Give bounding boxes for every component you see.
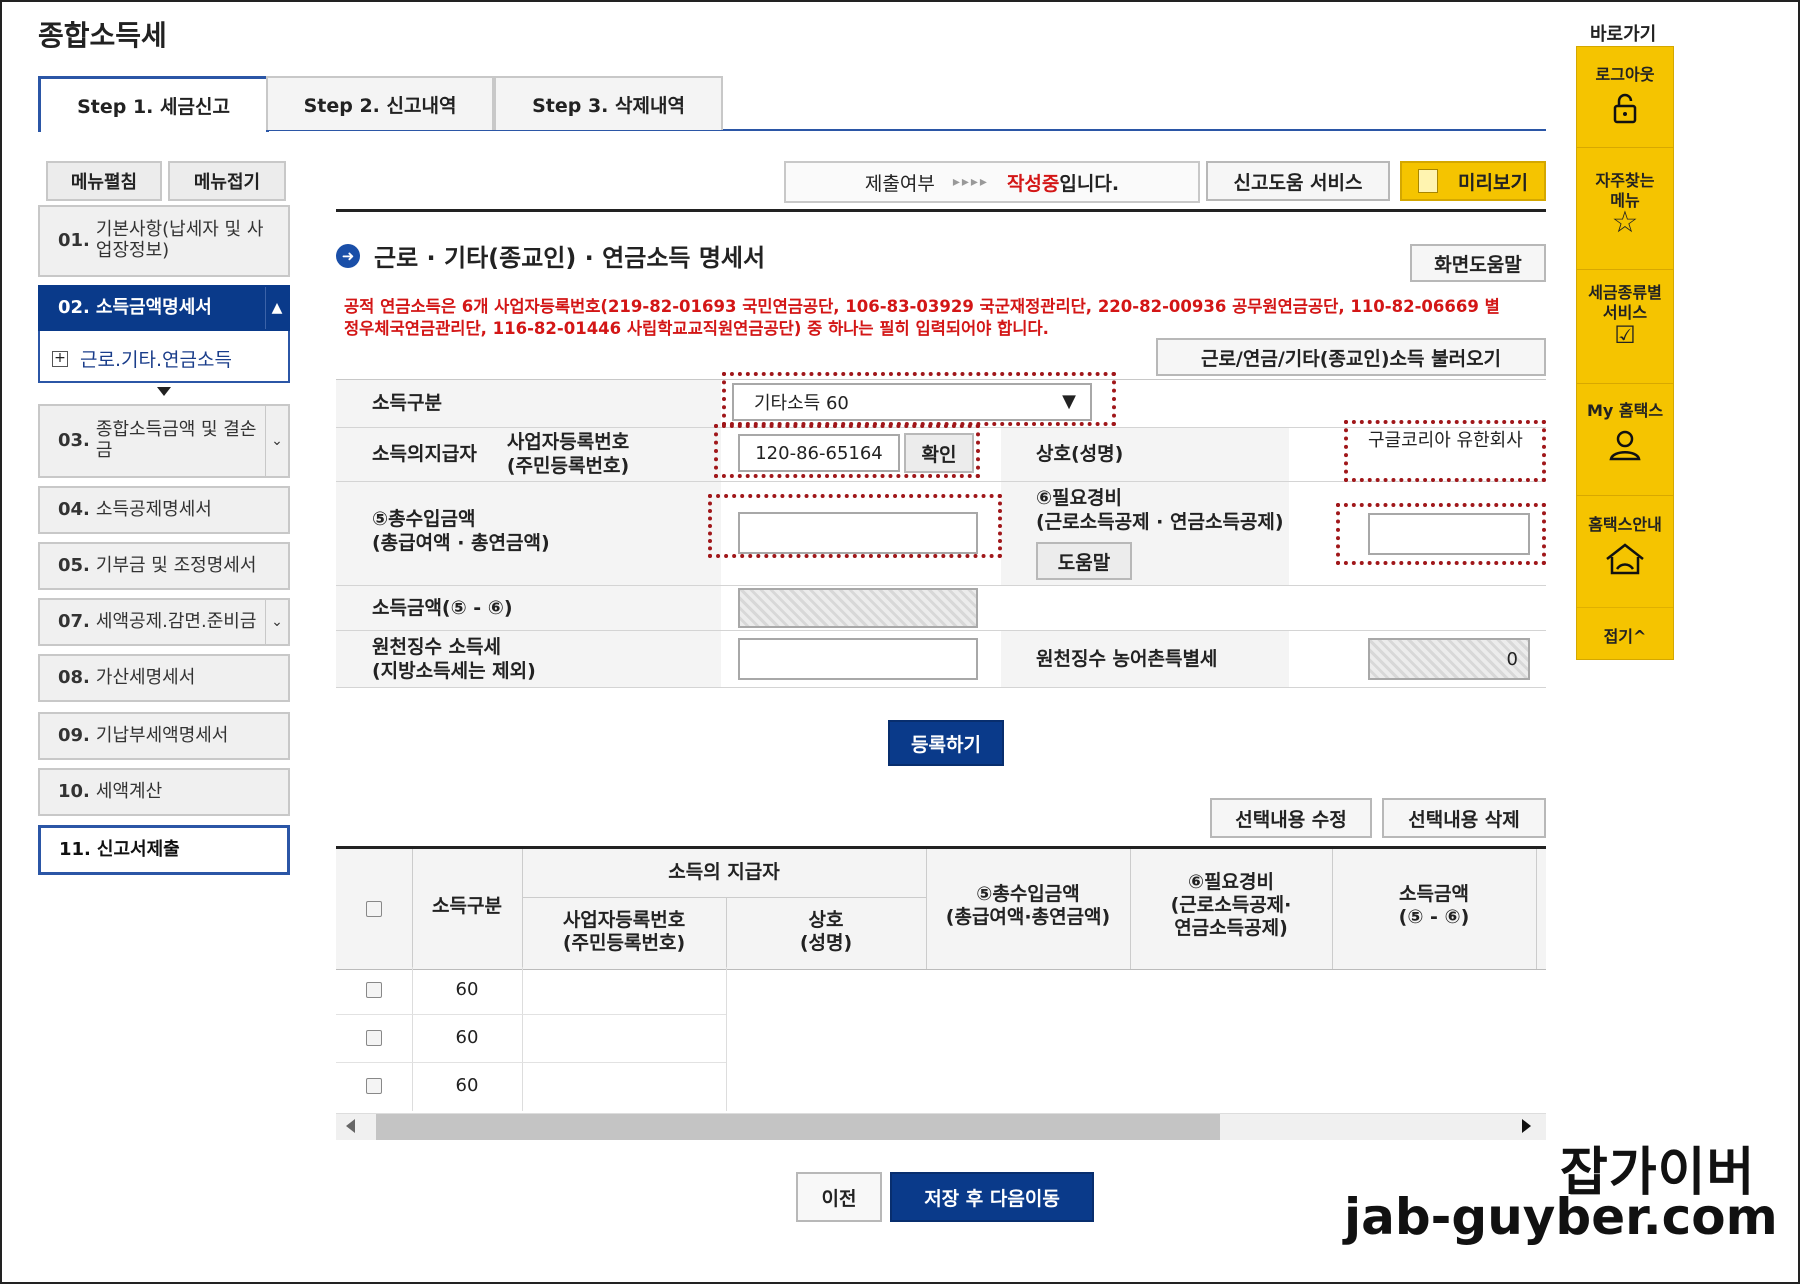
table-row[interactable]: 60 <box>336 1063 726 1110</box>
col-company: 상호 (성명) <box>799 909 853 954</box>
col-income-type: 소득구분 <box>432 895 502 917</box>
payer-label: 소득의지급자 <box>372 443 477 465</box>
menu-item-07[interactable]: 07. 세액공제.감면.준비금 ⌄ <box>38 598 290 646</box>
star-icon: ☆ <box>1611 205 1639 240</box>
save-next-button[interactable]: 저장 후 다음이동 <box>890 1172 1094 1222</box>
plus-icon[interactable]: + <box>52 351 68 367</box>
row-checkbox[interactable] <box>366 1078 382 1094</box>
withholding-label: 원천징수 소득세 (지방소득세는 제외) <box>372 636 536 682</box>
tax-service-link[interactable]: 세금종류별서비스 ☑ <box>1577 283 1673 349</box>
rural-tax-field: 0 <box>1368 638 1530 680</box>
arrows-icon: ▸▸▸▸ <box>952 174 989 190</box>
chevron-down-icon[interactable]: ⌄ <box>265 406 288 476</box>
arrow-right-icon: ➜ <box>336 243 360 268</box>
prev-button[interactable]: 이전 <box>796 1172 882 1222</box>
col-bizno: 사업자등록번호 (주민등록번호) <box>562 909 686 954</box>
col-total-income: ⑤총수입금액 (총급여액·총연금액) <box>945 883 1111 928</box>
total-income-label: ⑤총수입금액 (총급여액 · 총연금액) <box>372 508 550 554</box>
table-row[interactable]: 60 <box>336 967 726 1015</box>
divider <box>336 209 1546 212</box>
logout-link[interactable]: 로그아웃 <box>1577 61 1673 133</box>
caret-down-icon <box>157 387 171 396</box>
menu-item-08[interactable]: 08. 가산세명세서 <box>38 654 290 702</box>
menu-item-11[interactable]: 11. 신고서제출 <box>38 825 290 875</box>
scroll-left-icon[interactable] <box>346 1119 355 1133</box>
row-checkbox[interactable] <box>366 1030 382 1046</box>
horizontal-scrollbar[interactable] <box>336 1113 1546 1140</box>
select-all-checkbox[interactable] <box>366 901 382 917</box>
income-type-label: 소득구분 <box>372 392 442 414</box>
menu-item-10[interactable]: 10. 세액계산 <box>38 768 290 816</box>
income-amount-label: 소득금액(⑤ - ⑥) <box>372 597 513 619</box>
withholding-input[interactable] <box>738 638 978 680</box>
row-checkbox[interactable] <box>366 982 382 998</box>
submenu-item-income[interactable]: 근로.기타.연금소득 <box>80 345 232 372</box>
checkbox-icon: ☑ <box>1614 321 1636 349</box>
col-income-amount: 소득금액 (⑤ - ⑥) <box>1398 883 1470 928</box>
submenu-box: + 근로.기타.연금소득 <box>38 331 290 383</box>
lock-icon <box>1613 93 1637 124</box>
tab-step3[interactable]: Step 3. 삭제내역 <box>494 76 723 130</box>
watermark-url: jab-guyber.com <box>1344 1188 1778 1246</box>
tab-step2[interactable]: Step 2. 신고내역 <box>266 76 494 130</box>
company-value: 구글코리아 유한회사 <box>1368 430 1523 451</box>
help-button[interactable]: 도움말 <box>1036 542 1132 580</box>
col-expense: ⑥필요경비 (근로소득공제· 연금소득공제) <box>1170 871 1292 939</box>
rural-tax-label: 원천징수 농어촌특별세 <box>1036 648 1218 670</box>
section-title: ➜ 근로 · 기타(종교인) · 연금소득 명세서 <box>336 238 765 273</box>
menu-item-02[interactable]: 02. 소득금액명세서 ▲ <box>38 285 290 331</box>
my-hometax-link[interactable]: My 홈택스 <box>1577 397 1673 469</box>
quick-links-panel: 로그아웃 자주찾는메뉴 ☆ 세금종류별서비스 ☑ My 홈택스 홈택스안내 접기… <box>1576 46 1674 660</box>
tab-step1[interactable]: Step 1. 세금신고 <box>38 76 269 132</box>
menu-item-01[interactable]: 01. 기본사항(납세자 및 사업장정보) <box>38 205 290 277</box>
delete-selected-button[interactable]: 선택내용 삭제 <box>1382 798 1546 838</box>
table-header: 소득구분 소득의 지급자 사업자등록번호 (주민등록번호) 상호 (성명) ⑤총수입… <box>336 846 1546 970</box>
favorites-link[interactable]: 자주찾는메뉴 ☆ <box>1577 171 1673 240</box>
menu-item-03[interactable]: 03. 종합소득금액 및 결손금 ⌄ <box>38 404 290 478</box>
col-payer-group: 소득의 지급자 <box>668 861 780 883</box>
income-type-select[interactable]: 기타소득 60 ▼ <box>732 383 1092 421</box>
screen-help-button[interactable]: 화면도움말 <box>1410 244 1546 282</box>
menu-item-05[interactable]: 05. 기부금 및 조정명세서 <box>38 542 290 590</box>
table-row[interactable]: 60 <box>336 1015 726 1063</box>
scrollbar-thumb[interactable] <box>376 1114 1220 1140</box>
user-icon <box>1609 430 1641 461</box>
menu-collapse-button[interactable]: 메뉴접기 <box>168 161 286 201</box>
menu-item-04[interactable]: 04. 소득공제명세서 <box>38 486 290 534</box>
help-service-button[interactable]: 신고도움 서비스 <box>1206 161 1390 201</box>
expense-input[interactable] <box>1368 513 1530 555</box>
bizno-input[interactable]: 120-86-65164 <box>738 434 900 472</box>
load-income-button[interactable]: 근로/연금/기타(종교인)소득 불러오기 <box>1156 338 1546 376</box>
income-amount-field <box>738 588 978 628</box>
company-label: 상호(성명) <box>1036 443 1124 465</box>
preview-button[interactable]: 미리보기 <box>1400 161 1546 201</box>
dropdown-arrow-icon: ▼ <box>1062 391 1076 412</box>
hometax-guide-link[interactable]: 홈택스안내 <box>1577 511 1673 583</box>
confirm-button[interactable]: 확인 <box>904 433 974 473</box>
document-icon <box>1418 169 1439 193</box>
bizno-label: 사업자등록번호 (주민등록번호) <box>506 431 630 477</box>
register-button[interactable]: 등록하기 <box>888 720 1004 766</box>
page-title: 종합소득세 <box>38 19 167 52</box>
scroll-right-icon[interactable] <box>1522 1119 1531 1133</box>
submission-status: 제출여부 ▸▸▸▸ 작성중 입니다. <box>784 161 1200 203</box>
chevron-down-icon[interactable]: ⌄ <box>265 600 288 644</box>
expense-label: ⑥필요경비 (근로소득공제 · 연금소득공제) <box>1036 487 1284 533</box>
quick-links-title: 바로가기 <box>1590 24 1657 45</box>
total-income-input[interactable] <box>738 512 978 554</box>
fold-button[interactable]: 접기^ <box>1577 623 1673 647</box>
home-icon <box>1606 543 1644 575</box>
menu-expand-button[interactable]: 메뉴펼침 <box>46 161 162 201</box>
menu-item-09[interactable]: 09. 기납부세액명세서 <box>38 712 290 760</box>
chevron-up-icon[interactable]: ▲ <box>265 287 288 329</box>
table-body: 60 60 60 <box>336 967 1546 1111</box>
notice-text: 공적 연금소득은 6개 사업자등록번호(219-82-01693 국민연금공단,… <box>344 297 1500 338</box>
edit-selected-button[interactable]: 선택내용 수정 <box>1210 798 1372 838</box>
